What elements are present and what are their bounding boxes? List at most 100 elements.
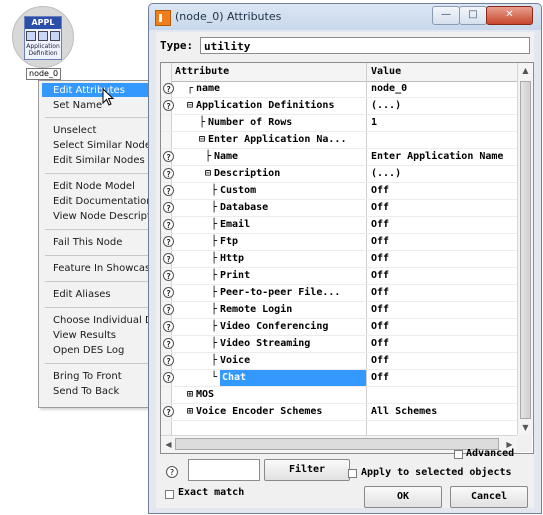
vertical-scroll-thumb[interactable]	[520, 81, 531, 419]
help-icon[interactable]: ?	[163, 219, 174, 230]
attribute-row[interactable]: ? ├ Name Enter Application Name	[161, 149, 517, 166]
help-icon[interactable]: ?	[163, 253, 174, 264]
attribute-value[interactable]: Off	[371, 251, 517, 267]
attribute-row[interactable]: ? └ Chat Off	[161, 370, 517, 387]
attribute-row[interactable]: ? ├ Database Off	[161, 200, 517, 217]
scroll-left-arrow-icon[interactable]: ◀	[161, 437, 176, 452]
attribute-value[interactable]: (...)	[371, 166, 517, 182]
help-icon[interactable]: ?	[163, 355, 174, 366]
help-icon[interactable]: ?	[163, 287, 174, 298]
help-icon[interactable]: ?	[163, 270, 174, 281]
attribute-name: name	[196, 83, 221, 94]
attribute-value[interactable]: Off	[371, 234, 517, 250]
ok-button[interactable]: OK	[364, 486, 442, 508]
help-icon[interactable]: ?	[163, 304, 174, 315]
attribute-row[interactable]: ? ├ Voice Off	[161, 353, 517, 370]
scroll-down-arrow-icon[interactable]: ▼	[518, 420, 533, 435]
attributes-window: (node_0) Attributes — □ ✕ Type: utility …	[148, 3, 542, 514]
help-icon[interactable]: ?	[163, 151, 174, 162]
help-icon[interactable]: ?	[163, 185, 174, 196]
menu-item-edit-aliases[interactable]: Edit Aliases	[53, 288, 111, 301]
attribute-row[interactable]: ? ⊞ Voice Encoder Schemes All Schemes	[161, 404, 517, 421]
menu-item-set-name[interactable]: Set Name	[53, 99, 102, 112]
filter-input[interactable]	[188, 459, 260, 481]
menu-item-choose-individual-des[interactable]: Choose Individual DE	[53, 314, 159, 327]
attribute-row[interactable]: ⊞ MOS	[161, 387, 517, 404]
attribute-row[interactable]: ? ├ Email Off	[161, 217, 517, 234]
horizontal-scroll-thumb[interactable]	[175, 438, 499, 450]
attribute-grid: Attribute Value ? ┌ name node_0? ⊟ Applicatio…	[160, 62, 534, 454]
help-icon[interactable]: ?	[163, 83, 174, 94]
minimize-button[interactable]: —	[432, 6, 460, 25]
menu-item-send-to-back[interactable]: Send To Back	[53, 385, 119, 398]
cancel-button[interactable]: Cancel	[450, 486, 528, 508]
attribute-value[interactable]: Off	[371, 268, 517, 284]
attribute-row[interactable]: ? ├ Ftp Off	[161, 234, 517, 251]
attribute-value[interactable]: Off	[371, 319, 517, 335]
attribute-value[interactable]: Off	[371, 353, 517, 369]
horizontal-scrollbar[interactable]: ◀ ▶	[161, 435, 517, 453]
attribute-row[interactable]: ? ├ Video Conferencing Off	[161, 319, 517, 336]
menu-item-view-node-description[interactable]: View Node Descripti	[53, 210, 154, 223]
attribute-value[interactable]	[371, 132, 517, 148]
attribute-row[interactable]: ? ┌ name node_0	[161, 81, 517, 98]
type-field[interactable]: utility	[200, 37, 530, 54]
menu-item-open-des-log[interactable]: Open DES Log	[53, 344, 124, 357]
help-icon[interactable]: ?	[163, 100, 174, 111]
attribute-value[interactable]: Off	[371, 302, 517, 318]
menu-item-fail-this-node[interactable]: Fail This Node	[53, 236, 122, 249]
attribute-value[interactable]: node_0	[371, 81, 517, 97]
exact-match-checkbox[interactable]	[165, 490, 174, 499]
menu-item-select-similar-nodes[interactable]: Select Similar Nodes	[53, 139, 156, 152]
attribute-value[interactable]: Off	[371, 217, 517, 233]
attribute-value[interactable]	[371, 387, 517, 403]
help-icon[interactable]: ?	[163, 406, 174, 417]
column-header-value[interactable]: Value	[371, 66, 401, 77]
attribute-row[interactable]: ⊟ Enter Application Na...	[161, 132, 517, 149]
attribute-row[interactable]: ? ├ Print Off	[161, 268, 517, 285]
project-canvas[interactable]: APPL Application Definition node_0 Edit …	[0, 0, 543, 515]
attribute-row[interactable]: ? ├ Video Streaming Off	[161, 336, 517, 353]
application-definition-node[interactable]: APPL Application Definition node_0	[6, 6, 84, 80]
menu-item-view-results[interactable]: View Results	[53, 329, 116, 342]
scroll-up-arrow-icon[interactable]: ▲	[518, 63, 533, 78]
attribute-value[interactable]: All Schemes	[371, 404, 517, 420]
help-icon[interactable]: ?	[163, 168, 174, 179]
vertical-scrollbar[interactable]: ▲ ▼	[517, 63, 533, 435]
attribute-value[interactable]: Off	[371, 200, 517, 216]
apply-to-selected-checkbox[interactable]	[348, 469, 357, 478]
attribute-row[interactable]: ? ⊟ Description (...)	[161, 166, 517, 183]
title-bar[interactable]: (node_0) Attributes — □ ✕	[149, 4, 541, 30]
attribute-name: Enter Application Na...	[208, 134, 347, 145]
menu-item-feature-in-showcase[interactable]: Feature In Showcase	[53, 262, 156, 275]
attribute-value[interactable]: Off	[371, 285, 517, 301]
attribute-value[interactable]: Off	[371, 370, 517, 386]
column-header-attribute[interactable]: Attribute	[175, 66, 229, 77]
attribute-row[interactable]: ├ Number of Rows 1	[161, 115, 517, 132]
help-icon[interactable]: ?	[163, 202, 174, 213]
menu-item-bring-to-front[interactable]: Bring To Front	[53, 370, 122, 383]
advanced-checkbox[interactable]	[454, 450, 463, 459]
filter-help-icon[interactable]: ?	[166, 466, 178, 478]
attribute-row[interactable]: ? ├ Peer-to-peer File... Off	[161, 285, 517, 302]
attribute-value[interactable]: Off	[371, 183, 517, 199]
maximize-button[interactable]: □	[459, 6, 487, 25]
attribute-row[interactable]: ? ├ Http Off	[161, 251, 517, 268]
attribute-value[interactable]: (...)	[371, 98, 517, 114]
help-icon[interactable]: ?	[163, 321, 174, 332]
filter-button[interactable]: Filter	[264, 459, 350, 481]
help-icon[interactable]: ?	[163, 338, 174, 349]
menu-item-edit-documentation[interactable]: Edit Documentation	[53, 195, 153, 208]
attribute-row[interactable]: ? ├ Custom Off	[161, 183, 517, 200]
menu-item-edit-node-model[interactable]: Edit Node Model	[53, 180, 135, 193]
attribute-row[interactable]: ? ⊟ Application Definitions (...)	[161, 98, 517, 115]
close-button[interactable]: ✕	[486, 6, 533, 25]
attribute-value[interactable]: Off	[371, 336, 517, 352]
attribute-value[interactable]: Enter Application Name	[371, 149, 517, 165]
help-icon[interactable]: ?	[163, 236, 174, 247]
menu-item-unselect[interactable]: Unselect	[53, 124, 96, 137]
attribute-row[interactable]: ? ├ Remote Login Off	[161, 302, 517, 319]
attribute-value[interactable]: 1	[371, 115, 517, 131]
help-icon[interactable]: ?	[163, 372, 174, 383]
menu-item-edit-similar-nodes[interactable]: Edit Similar Nodes	[53, 154, 145, 167]
